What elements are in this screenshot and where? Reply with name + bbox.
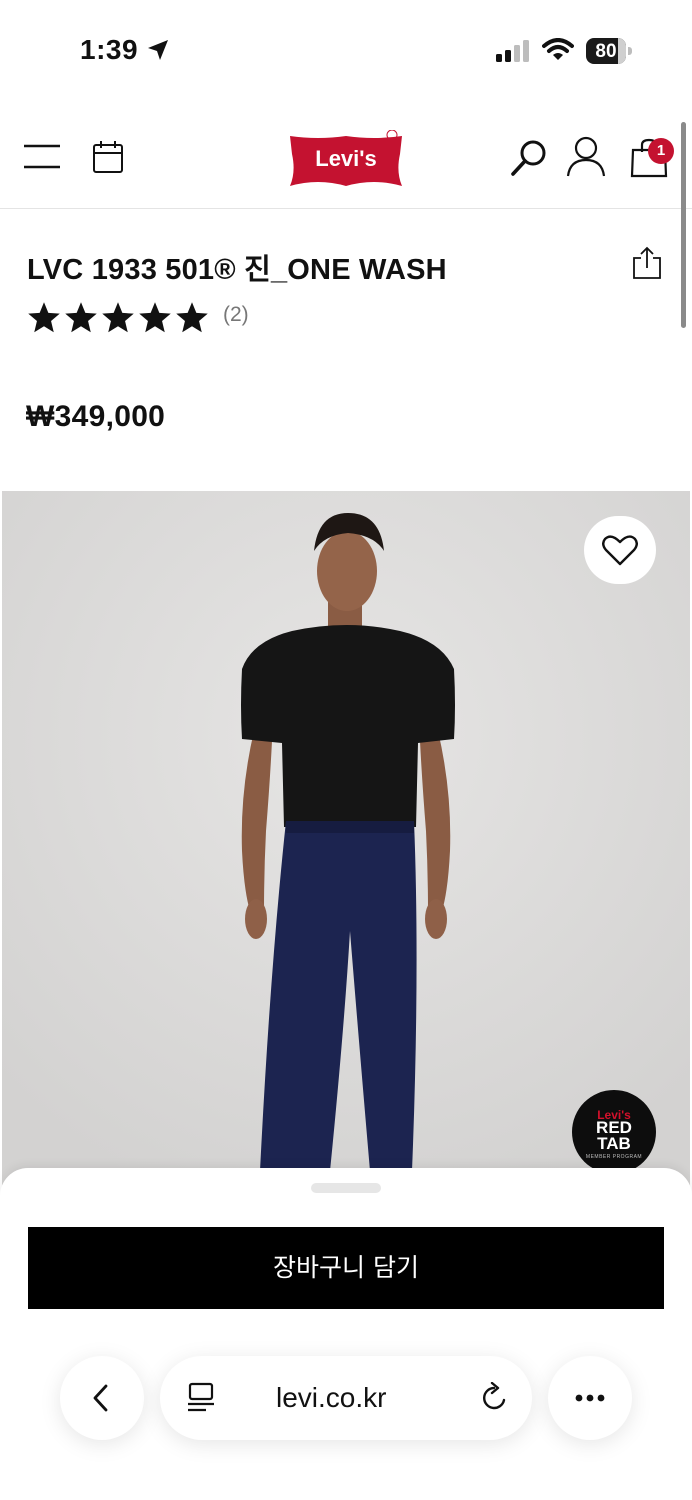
reload-icon[interactable] <box>478 1382 510 1414</box>
cart-count-badge: 1 <box>648 138 674 164</box>
calendar-icon[interactable] <box>92 140 124 174</box>
address-bar[interactable]: levi.co.kr <box>160 1356 532 1440</box>
levis-logo[interactable]: Levi's <box>288 130 406 188</box>
review-count[interactable]: (2) <box>223 303 249 327</box>
account-icon[interactable] <box>566 136 606 178</box>
star-icon <box>176 302 208 333</box>
wishlist-button[interactable] <box>584 516 656 584</box>
bottom-sheet <box>0 1168 692 1500</box>
product-image[interactable] <box>2 491 690 1191</box>
star-icon <box>102 302 134 333</box>
browser-more-button[interactable] <box>548 1356 632 1440</box>
red-tab-title: RED TAB <box>572 1119 656 1153</box>
back-icon <box>93 1384 108 1412</box>
product-price: ₩349,000 <box>26 400 166 433</box>
model-photo <box>2 491 690 1191</box>
status-time: 1:39 <box>80 34 139 65</box>
browser-back-button[interactable] <box>60 1356 144 1440</box>
star-icon <box>65 302 97 333</box>
cellular-signal-icon <box>496 40 529 62</box>
logo-text: Levi's <box>315 146 377 171</box>
star-icon <box>28 302 60 333</box>
menu-icon[interactable] <box>24 144 60 170</box>
reader-icon[interactable] <box>186 1382 216 1414</box>
more-icon <box>575 1394 605 1402</box>
sheet-drag-handle[interactable] <box>311 1183 381 1193</box>
battery-indicator: 80 <box>586 38 632 64</box>
add-to-cart-button[interactable]: 장바구니 담기 <box>28 1227 664 1309</box>
battery-level: 80 <box>595 41 617 62</box>
location-arrow-icon <box>148 40 168 60</box>
wifi-icon <box>542 38 574 60</box>
share-icon[interactable] <box>632 246 662 280</box>
heart-icon <box>602 535 638 566</box>
red-tab-line-tab: TAB <box>597 1134 631 1153</box>
red-tab-subtitle: MEMBER PROGRAM <box>585 1154 643 1160</box>
status-bar: 1:39 80 <box>0 0 692 100</box>
red-tab-badge[interactable]: Levi's RED TAB MEMBER PROGRAM <box>572 1090 656 1174</box>
product-title: LVC 1933 501® 진_ONE WASH <box>27 254 447 286</box>
site-header: Levi's 1 <box>0 110 692 209</box>
page-scrollbar[interactable] <box>681 122 686 328</box>
url-text: levi.co.kr <box>276 1382 387 1413</box>
rating-stars[interactable] <box>26 300 210 336</box>
star-icon <box>139 302 171 333</box>
search-icon[interactable] <box>510 138 550 178</box>
